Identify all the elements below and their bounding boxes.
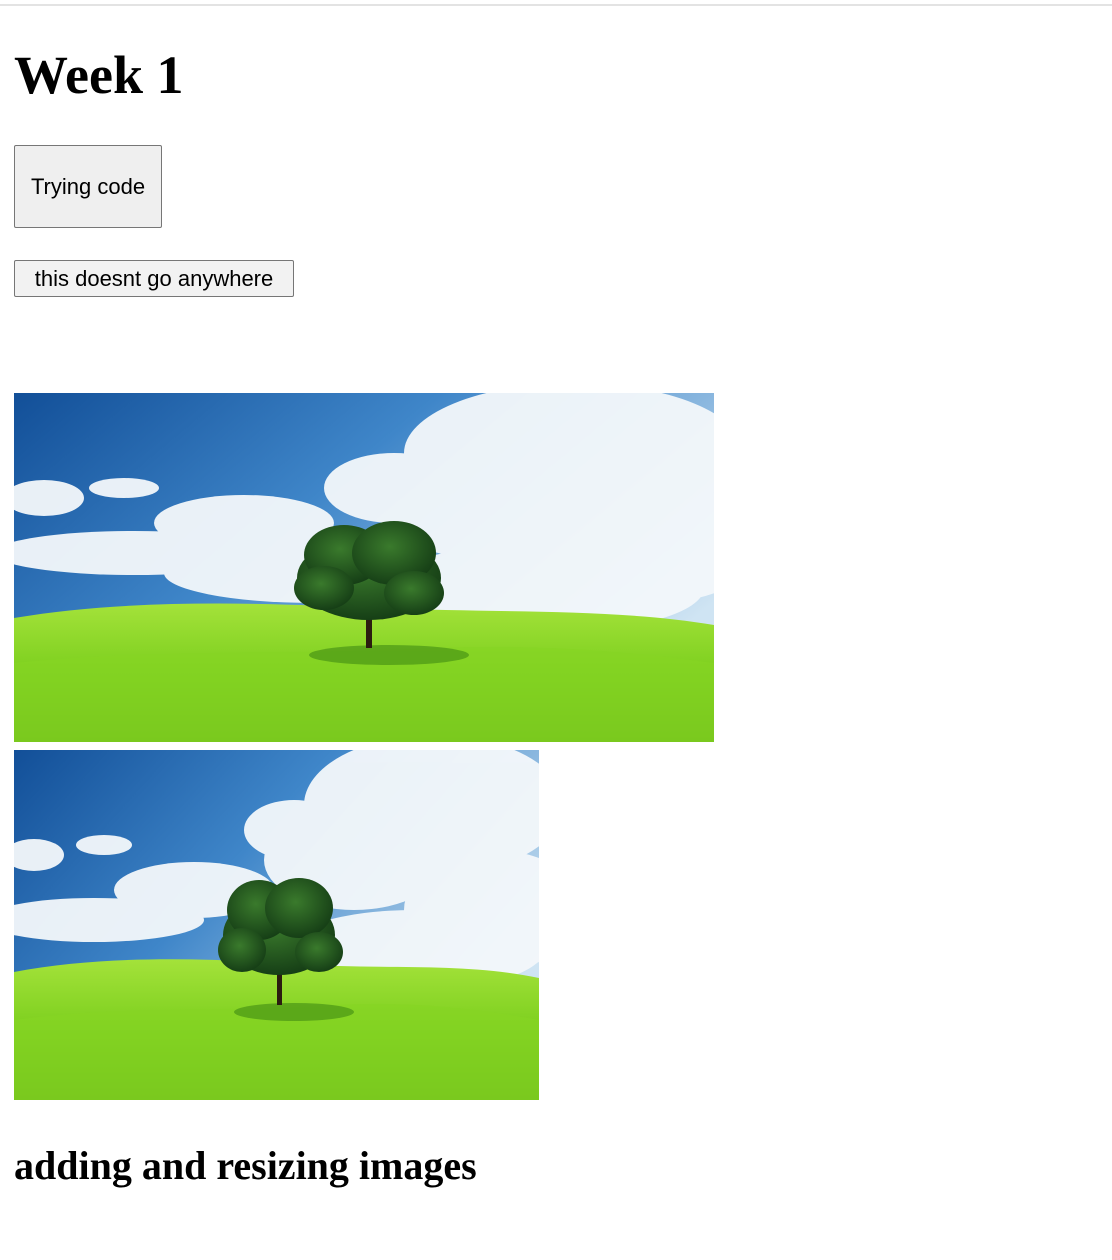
section-heading: adding and resizing images: [14, 1143, 477, 1188]
landscape-image-small: [14, 750, 539, 1100]
does-not-go-anywhere-button[interactable]: this doesnt go anywhere: [14, 260, 294, 297]
landscape-image-large: [14, 393, 714, 742]
trying-code-button[interactable]: Trying code: [14, 145, 162, 228]
page-title: Week 1: [14, 45, 184, 105]
tree-meadow-picture: [14, 393, 714, 742]
tree-meadow-picture: [14, 750, 539, 1100]
top-divider: [0, 4, 1112, 6]
